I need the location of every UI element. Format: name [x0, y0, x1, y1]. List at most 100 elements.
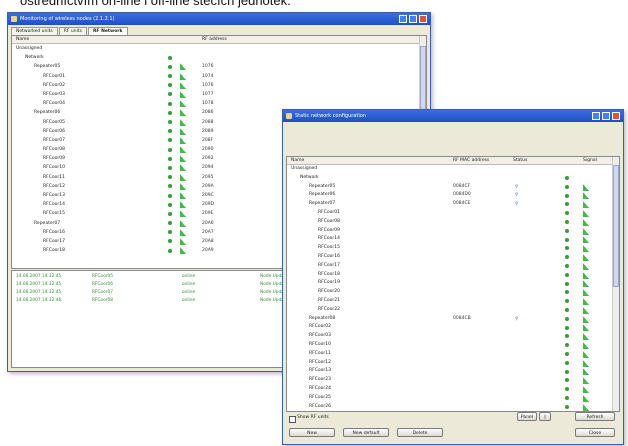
delete-button[interactable]: Delete: [397, 428, 443, 437]
log-node: RFCoor07: [92, 290, 113, 295]
status-dot-icon: [168, 221, 172, 226]
log-node: RFCoor08: [92, 298, 113, 303]
config-row[interactable]: RFCoor15: [287, 244, 619, 253]
config-row[interactable]: RFCoor19: [287, 279, 619, 288]
tree-row[interactable]: Repeater05 1076: [12, 62, 426, 71]
config-row[interactable]: RFCoor16: [287, 253, 619, 262]
config-row[interactable]: Repeater07 0084CE ⚲: [287, 200, 619, 209]
config-row[interactable]: RFCoor08: [287, 218, 619, 227]
config-row[interactable]: Unassigned: [287, 165, 619, 174]
config-row[interactable]: RFCoor02: [287, 323, 619, 332]
rf-address: 20A7: [202, 229, 214, 235]
config-row[interactable]: RFCoor03: [287, 332, 619, 341]
status-dot-icon: [168, 129, 172, 134]
config-row[interactable]: RFCoor01: [287, 209, 619, 218]
close-icon[interactable]: [612, 112, 620, 120]
maximize-icon[interactable]: [602, 112, 610, 120]
refresh-button[interactable]: Refresh: [575, 412, 615, 421]
status-dot-icon: [168, 101, 172, 106]
config-row[interactable]: RFCoor24: [287, 385, 619, 394]
col-signal-header[interactable]: Signal: [583, 157, 597, 164]
config-node-label: RFCoor24: [309, 385, 331, 391]
signal-icon: [583, 315, 589, 323]
config-scrollbar[interactable]: [612, 157, 619, 411]
rf-address: 2090: [202, 147, 214, 153]
tree-row[interactable]: Network: [12, 53, 426, 62]
config-row[interactable]: RFCoor26: [287, 403, 619, 411]
scrollbar-thumb[interactable]: [613, 165, 619, 287]
tree-node-label: RFCoor15: [43, 211, 65, 217]
signal-icon: [180, 237, 186, 245]
config-row[interactable]: RFCoor17: [287, 262, 619, 271]
tree-row[interactable]: RFCoor03 1077: [12, 90, 426, 99]
config-row[interactable]: RFCoor21: [287, 297, 619, 306]
config-row[interactable]: RFCoor10: [287, 341, 619, 350]
config-row[interactable]: RFCoor12: [287, 359, 619, 368]
status-dot-icon: [565, 299, 569, 304]
config-row[interactable]: Repeater05 0084CF ⚲: [287, 183, 619, 192]
show-rf-units-checkbox[interactable]: [289, 416, 296, 423]
col-rf-header[interactable]: RF address: [202, 36, 227, 43]
new-default-button[interactable]: New default: [343, 428, 389, 437]
rf-mac-address: 0084CB: [453, 315, 471, 321]
signal-icon: [180, 146, 186, 154]
tree-row[interactable]: RFCoor01 1074: [12, 72, 426, 81]
tree-node-label: RFCoor13: [43, 193, 65, 198]
close-button[interactable]: Close: [575, 428, 615, 437]
col-name-header[interactable]: Name: [291, 157, 304, 164]
config-tree-panel: Name RF MAC address Status Signal Unassi…: [286, 156, 620, 412]
tree-node-label: RFCoor05: [43, 119, 65, 125]
config-row[interactable]: RFCoor23: [287, 376, 619, 385]
scrollbar-thumb[interactable]: [420, 46, 426, 118]
status-dot-icon: [168, 184, 172, 189]
col-mac-header[interactable]: RF MAC address: [453, 157, 489, 164]
signal-icon: [583, 377, 589, 385]
tab-rf-units[interactable]: RF units: [58, 27, 87, 35]
config-node-label: Repeater07: [309, 201, 336, 207]
signal-icon: [180, 173, 186, 181]
config-node-label: RFCoor25: [309, 394, 331, 400]
config-row[interactable]: RFCoor11: [287, 350, 619, 359]
panel-button[interactable]: Panel: [517, 412, 537, 421]
status-dot-icon: [565, 220, 569, 225]
tab-rf-network[interactable]: RF Network: [87, 27, 128, 35]
signal-icon: [583, 324, 589, 332]
config-row[interactable]: RFCoor09: [287, 227, 619, 236]
tree-row[interactable]: RFCoor02 1076: [12, 81, 426, 90]
config-row[interactable]: Network: [287, 174, 619, 183]
minimize-icon[interactable]: [592, 112, 600, 120]
config-row[interactable]: RFCoor25: [287, 394, 619, 403]
tab-networked-units[interactable]: Networked units: [11, 27, 58, 35]
window-title: Monitoring of wireless nodes (2.1.2.1): [20, 16, 115, 22]
status-dot-icon: [565, 255, 569, 260]
config-row[interactable]: RFCoor20: [287, 288, 619, 297]
config-row[interactable]: RFCoor22: [287, 306, 619, 315]
signal-icon: [180, 63, 186, 71]
config-node-label: RFCoor12: [309, 359, 331, 365]
config-row[interactable]: Repeater08 0084CB ⚲: [287, 315, 619, 324]
tree-row[interactable]: RFCoor04 1078: [12, 99, 426, 108]
tree-header: Name RF address: [12, 36, 426, 44]
tree-row[interactable]: Unassigned: [12, 44, 426, 53]
signal-icon: [180, 182, 186, 190]
config-row[interactable]: RFCoor18: [287, 271, 619, 280]
close-icon[interactable]: [419, 15, 427, 23]
col-name-header[interactable]: Name: [16, 36, 29, 43]
maximize-icon[interactable]: [409, 15, 417, 23]
signal-icon: [583, 333, 589, 341]
status-dot-icon: [168, 138, 172, 143]
log-node: RFCoor05: [92, 274, 113, 279]
status-dot-icon: [168, 156, 172, 161]
rf-mac-address: 0084CF: [453, 183, 471, 189]
config-row[interactable]: RFCoor13: [287, 367, 619, 376]
new-button[interactable]: New: [289, 428, 335, 437]
status-dot-icon: [168, 147, 172, 152]
config-row[interactable]: RFCoor14: [287, 235, 619, 244]
signal-icon: [583, 341, 589, 349]
col-status-header[interactable]: Status: [513, 157, 527, 164]
window-title: Static network configuration: [295, 113, 366, 119]
status-dot-icon: [168, 239, 172, 244]
minimize-icon[interactable]: [399, 15, 407, 23]
panel-arrow-button[interactable]: ◊: [539, 412, 551, 421]
config-row[interactable]: Repeater06 0084D0 ⚲: [287, 191, 619, 200]
